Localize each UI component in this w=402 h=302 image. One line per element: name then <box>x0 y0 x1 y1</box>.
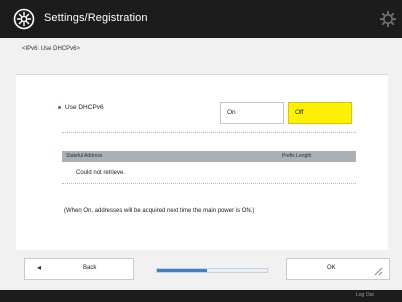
ok-button-label: OK <box>327 265 336 271</box>
address-table-header: Stateful Address Prefix Length <box>62 151 356 162</box>
ok-button[interactable]: OK <box>286 258 390 280</box>
page-title: Settings/Registration <box>44 12 148 24</box>
back-button-label: Back <box>83 265 97 271</box>
back-arrow-icon: ◂ <box>37 263 42 272</box>
gear-icon[interactable] <box>380 11 396 27</box>
page-progress-bar <box>156 268 268 273</box>
header-bar: Settings/Registration <box>0 0 402 38</box>
use-dhcpv6-label-row: Use DHCPv6 <box>58 104 104 111</box>
bullet-icon <box>58 105 61 109</box>
footer-bar: Log Out <box>0 290 402 302</box>
page-progress-fill <box>157 269 207 272</box>
prefix-length-column-header: Prefix Length <box>282 153 312 159</box>
address-table-row: Could not retrieve. <box>76 170 126 176</box>
divider <box>62 183 356 184</box>
logout-button[interactable]: Log Out <box>356 292 374 298</box>
settings-home-icon[interactable] <box>13 8 35 30</box>
off-button[interactable]: Off <box>288 102 352 124</box>
off-button-label: Off <box>295 109 304 116</box>
breadcrumb: <IPv6: Use DHCPv6> <box>22 46 81 52</box>
back-button[interactable]: ◂ Back <box>24 258 134 280</box>
divider <box>62 132 356 133</box>
stateful-address-column-header: Stateful Address <box>66 153 103 159</box>
corner-resize-icon <box>374 267 383 276</box>
use-dhcpv6-label: Use DHCPv6 <box>65 104 104 111</box>
on-button[interactable]: On <box>220 102 284 124</box>
power-note: (When On, addresses will be acquired nex… <box>64 208 255 214</box>
settings-panel <box>16 74 388 250</box>
on-button-label: On <box>227 109 236 116</box>
